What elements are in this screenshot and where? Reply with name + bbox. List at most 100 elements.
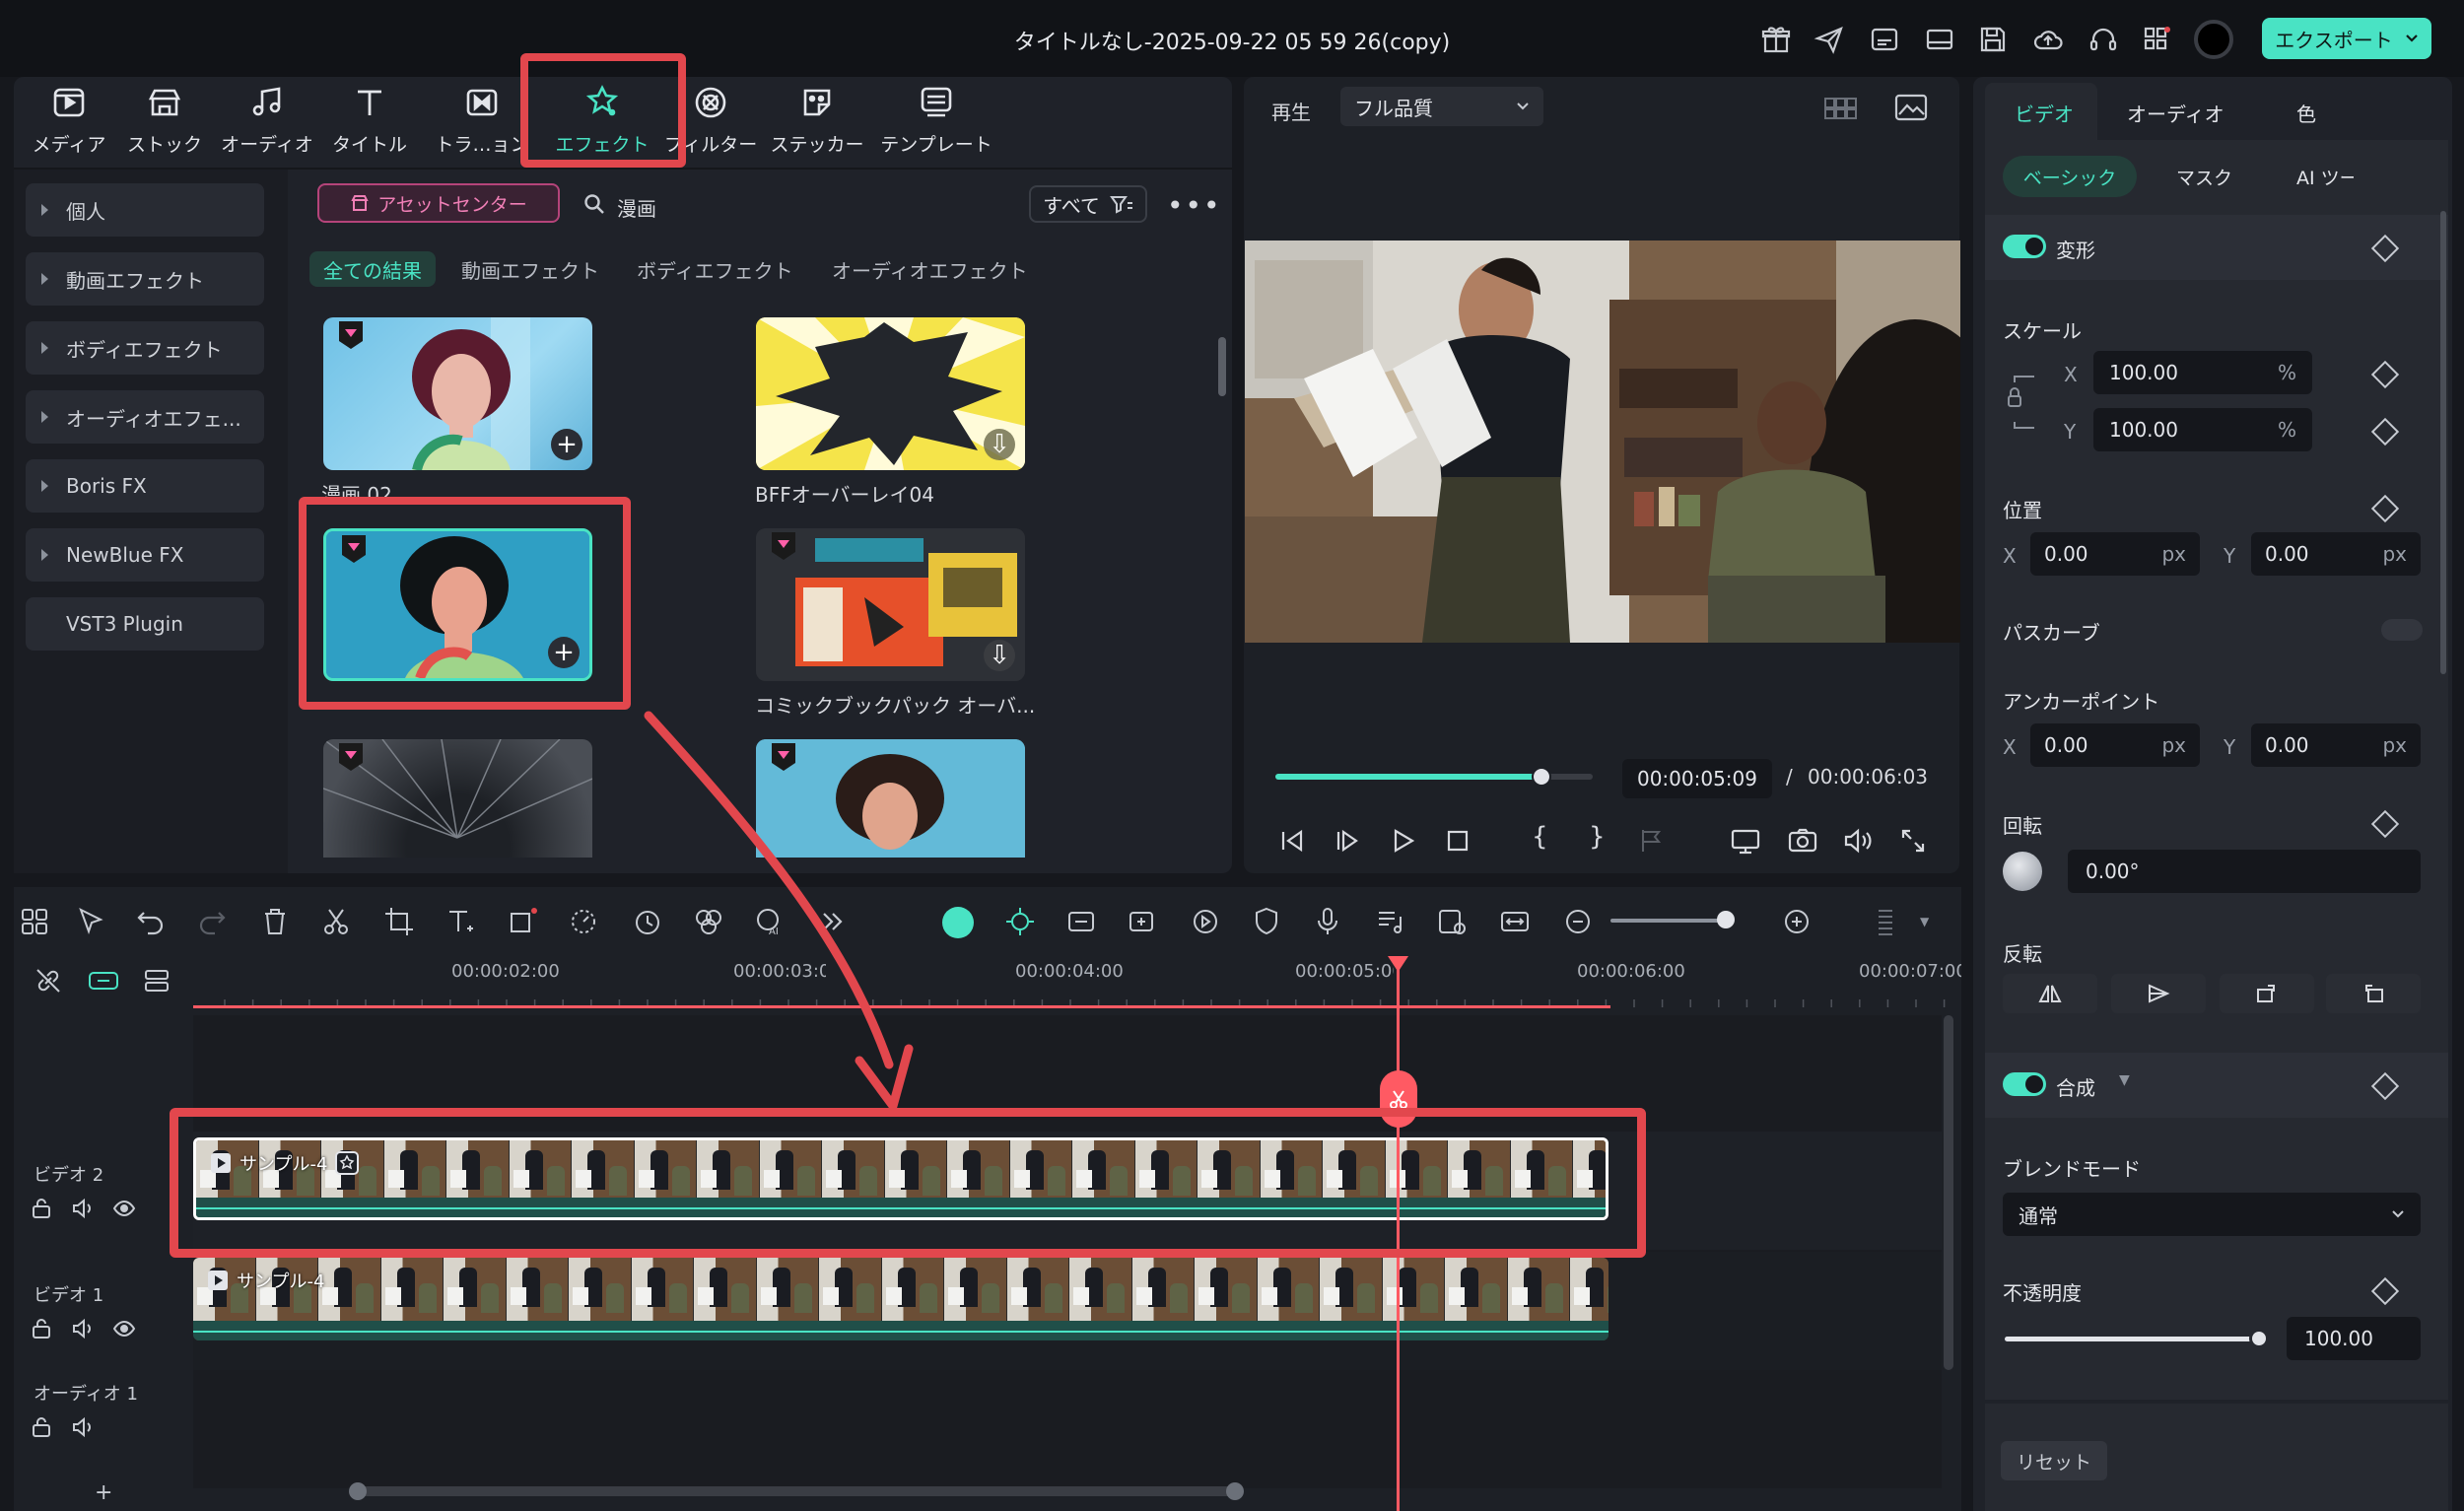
- anchor-y-input[interactable]: 0.00 px: [2251, 723, 2421, 767]
- more-options-icon[interactable]: •••: [1167, 189, 1222, 222]
- rotation-input[interactable]: 0.00°: [2068, 850, 2421, 893]
- opacity-input[interactable]: 100.00: [2287, 1317, 2421, 1360]
- scroll-handle-left[interactable]: [349, 1482, 367, 1500]
- scale-y-input[interactable]: 100.00%: [2093, 408, 2312, 451]
- result-tab-video[interactable]: 動画エフェクト: [447, 251, 613, 287]
- path-curve-toggle[interactable]: [2381, 619, 2423, 641]
- category-audio-effects[interactable]: オーディオエフェ...: [26, 390, 264, 444]
- crop-icon[interactable]: [382, 905, 416, 938]
- scale-x-input[interactable]: 100.00%: [2093, 351, 2312, 394]
- quality-select[interactable]: フル品質: [1340, 87, 1543, 126]
- tab-media[interactable]: メディア: [15, 83, 123, 160]
- reset-button[interactable]: リセット: [2001, 1441, 2107, 1480]
- search-input[interactable]: 漫画: [617, 193, 656, 222]
- grid-view-icon[interactable]: [1823, 95, 1859, 122]
- current-time[interactable]: 00:00:05:09: [1622, 759, 1772, 798]
- save-icon[interactable]: [1977, 24, 2009, 55]
- display-icon[interactable]: [1729, 824, 1762, 858]
- effect-thumbnail[interactable]: +: [323, 317, 592, 470]
- subtitle-icon[interactable]: [1869, 24, 1900, 55]
- effect-thumbnail[interactable]: ⇩: [756, 317, 1025, 470]
- select-tool-icon[interactable]: [75, 905, 108, 938]
- shield-icon[interactable]: [1250, 905, 1283, 938]
- redo-icon[interactable]: [195, 905, 229, 938]
- camera-icon[interactable]: [1786, 824, 1819, 858]
- speaker-icon[interactable]: [71, 1197, 95, 1220]
- opacity-slider-handle[interactable]: [2249, 1329, 2269, 1348]
- timeline-horizontal-scrollbar[interactable]: [349, 1482, 1244, 1500]
- play-circle-icon[interactable]: [1189, 905, 1222, 938]
- speaker-icon[interactable]: [71, 1317, 95, 1340]
- microphone-icon[interactable]: [1311, 905, 1344, 938]
- audio-stretch-icon[interactable]: [1064, 905, 1098, 938]
- zoom-slider-handle[interactable]: [1717, 911, 1735, 928]
- rotation-dial[interactable]: [2003, 852, 2042, 891]
- preview-progress-track[interactable]: [1275, 767, 1593, 787]
- clip-speed-icon[interactable]: [1435, 905, 1469, 938]
- subtab-ai-tools[interactable]: AI ツー: [2296, 164, 2354, 190]
- composite-toggle[interactable]: [2003, 1072, 2046, 1096]
- layout-icon[interactable]: [1924, 24, 1955, 55]
- text-tool-icon[interactable]: [444, 905, 477, 938]
- subtab-basic[interactable]: ベーシック: [2003, 156, 2137, 197]
- effect-thumbnail[interactable]: [323, 739, 592, 858]
- speed-tool-icon[interactable]: [568, 905, 601, 938]
- download-icon[interactable]: ⇩: [984, 429, 1015, 460]
- inspector-tab-video[interactable]: ビデオ: [2015, 99, 2074, 127]
- tab-template[interactable]: テンプレート: [880, 83, 992, 160]
- lock-icon[interactable]: [30, 1197, 53, 1220]
- add-track-button[interactable]: +: [95, 1480, 112, 1505]
- position-x-input[interactable]: 0.00 px: [2030, 532, 2200, 576]
- music-list-icon[interactable]: [1374, 905, 1407, 938]
- transform-toggle[interactable]: [2003, 235, 2046, 258]
- scroll-handle-right[interactable]: [1226, 1482, 1244, 1500]
- rotate-right-button[interactable]: [2220, 974, 2314, 1013]
- effect-thumbnail[interactable]: ⇩: [756, 528, 1025, 681]
- send-icon[interactable]: [1814, 24, 1845, 55]
- lock-icon[interactable]: [30, 1415, 53, 1439]
- ai-mate-icon[interactable]: [942, 907, 974, 938]
- marker-icon[interactable]: [1634, 824, 1668, 858]
- mark-out-icon[interactable]: }: [1589, 822, 1606, 852]
- link-icon[interactable]: [34, 966, 63, 996]
- subtab-mask[interactable]: マスク: [2176, 164, 2232, 190]
- composite-expand-icon[interactable]: ▼: [2119, 1072, 2130, 1088]
- magnet-link-icon[interactable]: [87, 966, 120, 996]
- result-tab-audio[interactable]: オーディオエフェクト: [818, 251, 1042, 287]
- zoom-in-icon[interactable]: [1780, 905, 1814, 938]
- blend-mode-select[interactable]: 通常: [2003, 1193, 2421, 1236]
- tab-sticker[interactable]: ステッカー: [763, 83, 871, 160]
- eye-icon[interactable]: [112, 1197, 136, 1220]
- category-newblue-fx[interactable]: NewBlue FX: [26, 528, 264, 582]
- position-y-input[interactable]: 0.00 px: [2251, 532, 2421, 576]
- tab-audio[interactable]: オーディオ: [213, 83, 321, 160]
- flip-vertical-button[interactable]: [2111, 974, 2206, 1013]
- mark-in-icon[interactable]: {: [1532, 822, 1548, 852]
- gift-icon[interactable]: [1760, 24, 1792, 55]
- track-manager-icon[interactable]: [142, 966, 171, 996]
- lock-icon[interactable]: [30, 1317, 53, 1340]
- asset-center-button[interactable]: アセットセンター: [317, 183, 560, 223]
- tab-stock[interactable]: ストック: [110, 83, 219, 160]
- track-options-icon[interactable]: [1869, 905, 1902, 938]
- result-tab-all[interactable]: 全ての結果: [309, 251, 436, 287]
- add-icon[interactable]: +: [551, 429, 582, 460]
- opacity-slider[interactable]: [2005, 1329, 2269, 1348]
- undo-icon[interactable]: [134, 905, 168, 938]
- timeline-ruler[interactable]: [193, 986, 1961, 1007]
- category-vst3[interactable]: VST3 Plugin: [26, 597, 264, 651]
- inspector-tab-color[interactable]: 色: [2296, 99, 2316, 127]
- download-icon[interactable]: ⇩: [984, 640, 1015, 671]
- volume-icon[interactable]: [1841, 824, 1875, 858]
- eye-icon[interactable]: [112, 1317, 136, 1340]
- flip-horizontal-button[interactable]: [2003, 974, 2097, 1013]
- apps-grid-icon[interactable]: [2141, 24, 2172, 55]
- add-media-icon[interactable]: [1126, 905, 1159, 938]
- category-personal[interactable]: 個人: [26, 183, 264, 237]
- rotate-left-button[interactable]: [2326, 974, 2421, 1013]
- anchor-x-input[interactable]: 0.00 px: [2030, 723, 2200, 767]
- zoom-slider[interactable]: [1610, 919, 1729, 923]
- split-icon[interactable]: [319, 905, 353, 938]
- video-preview[interactable]: [1245, 240, 1960, 643]
- next-frame-icon[interactable]: [1331, 824, 1364, 858]
